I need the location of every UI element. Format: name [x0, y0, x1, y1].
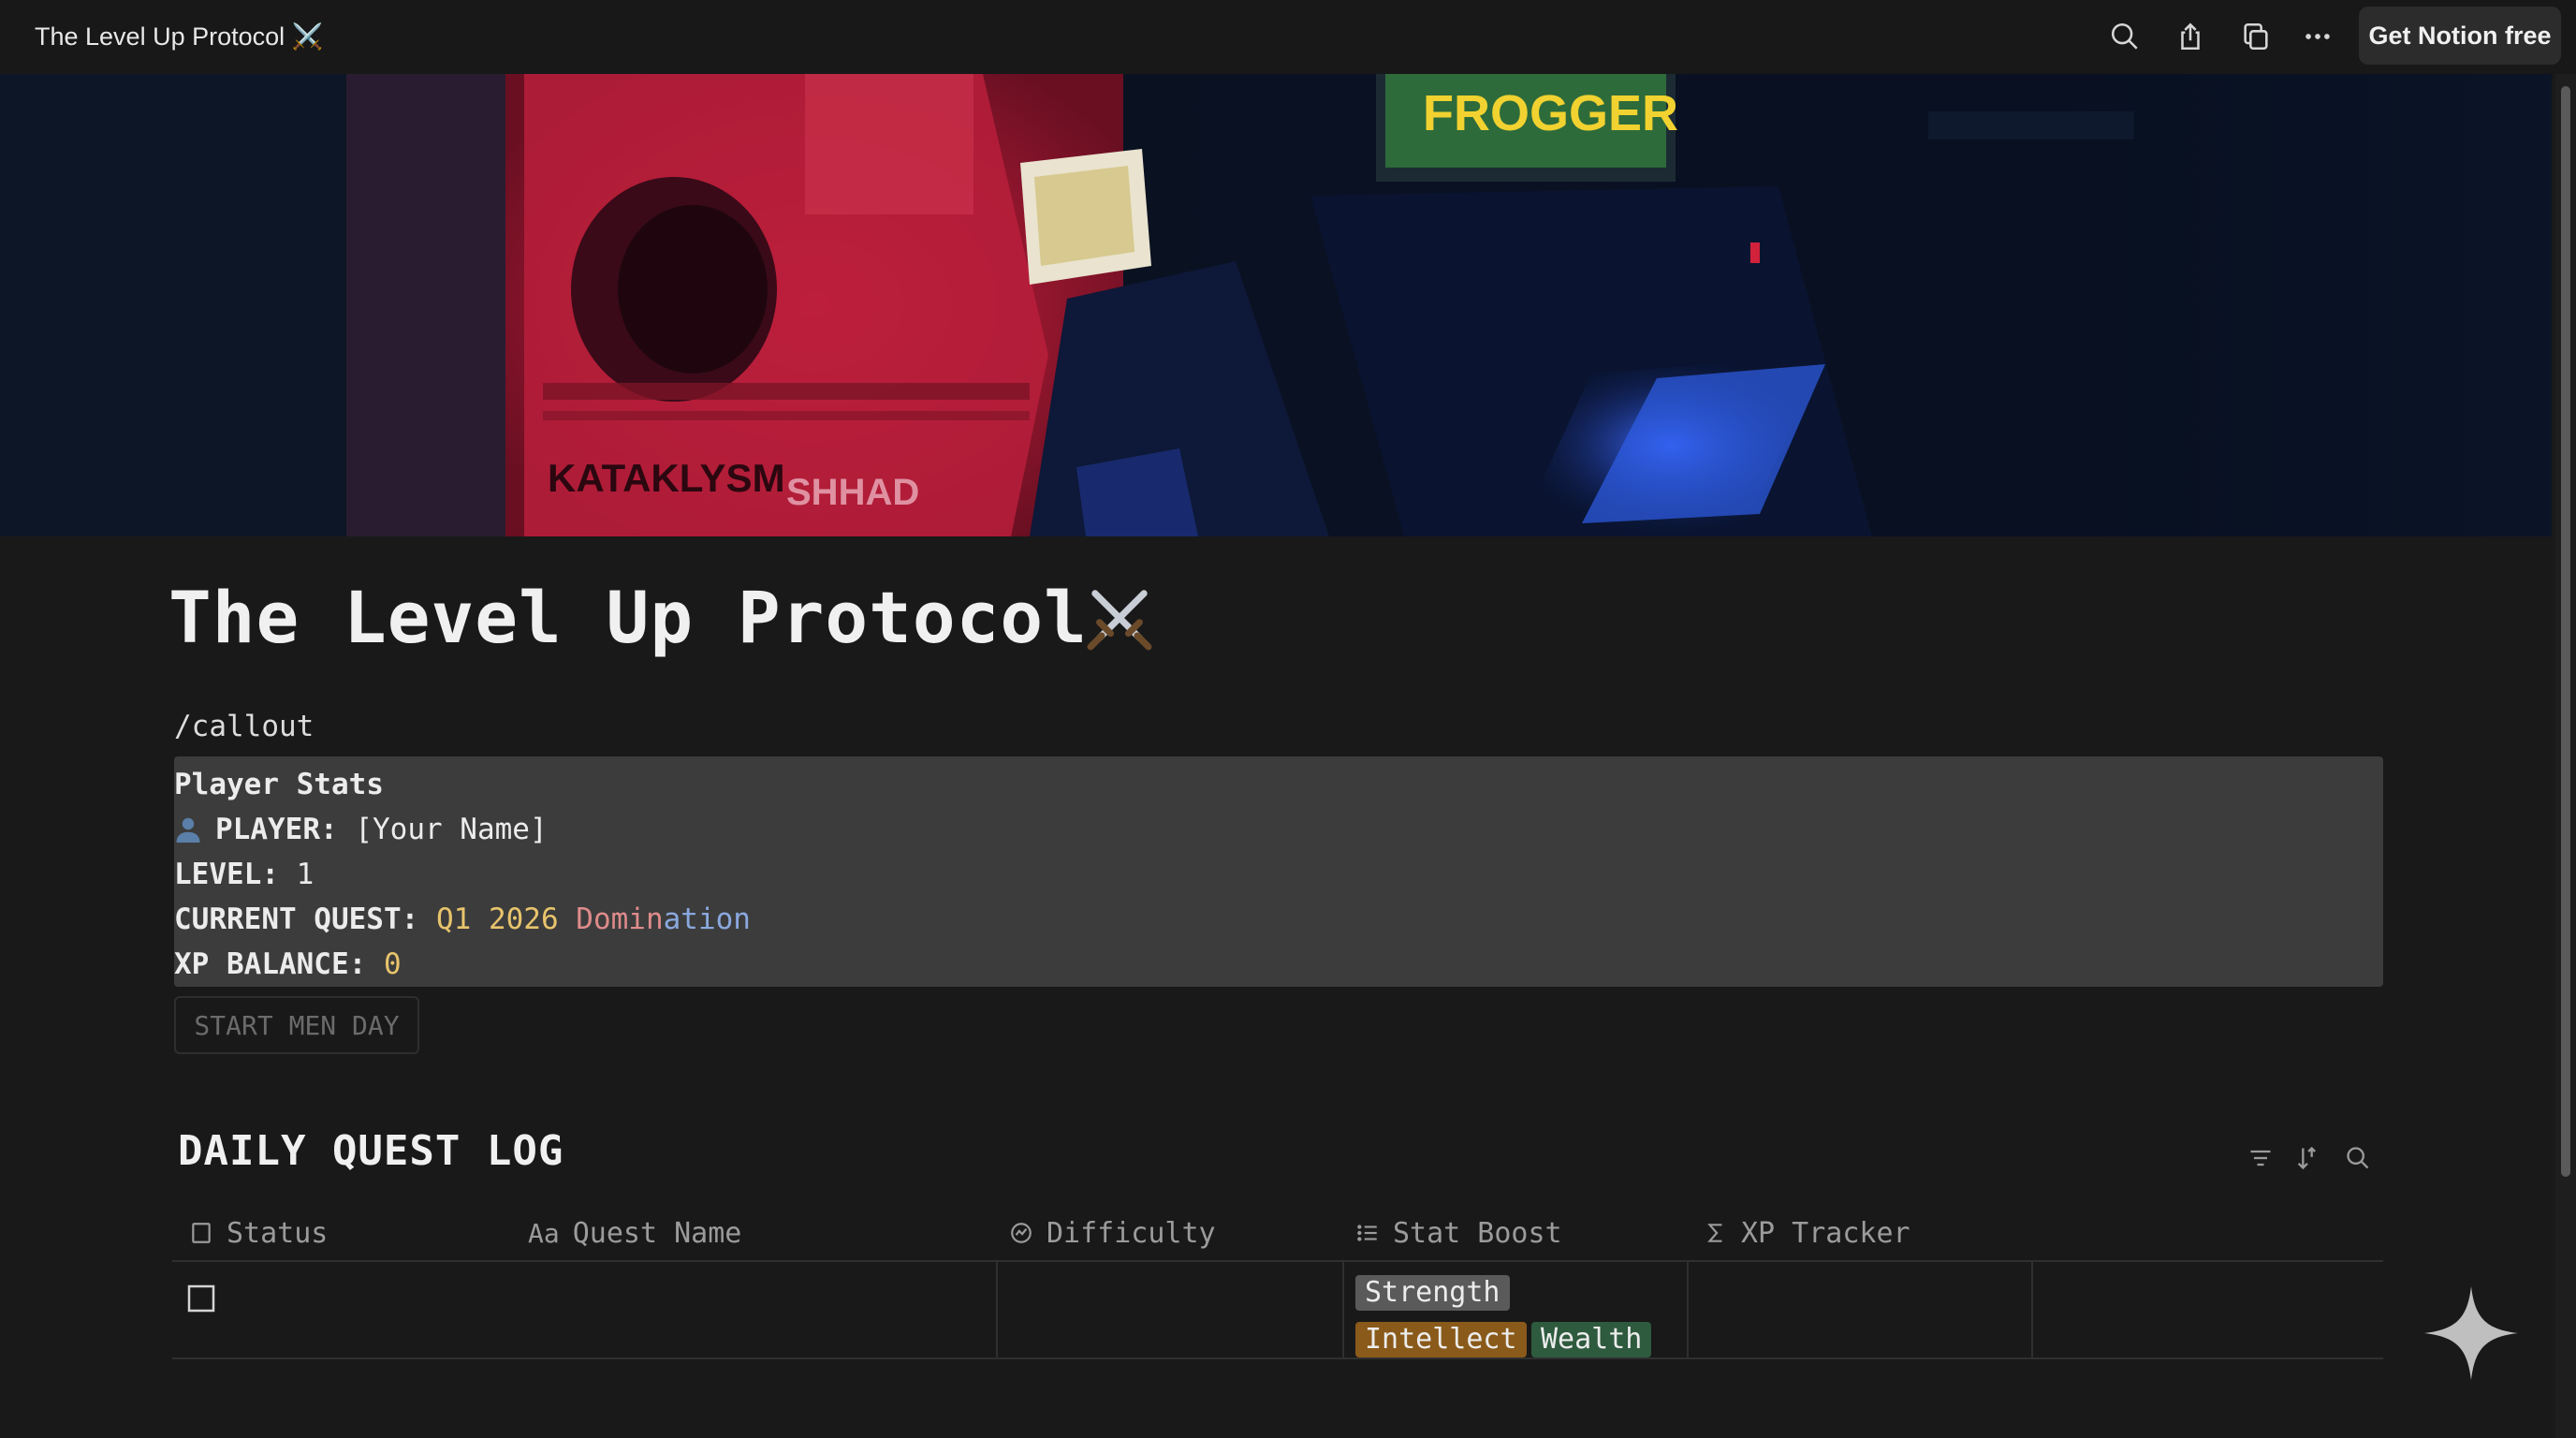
status-checkbox[interactable]	[187, 1284, 215, 1313]
cell-divider	[1342, 1262, 1344, 1359]
page-title[interactable]: The Level Up Protocol	[168, 571, 1088, 665]
share-icon[interactable]	[2170, 16, 2211, 57]
table-row[interactable]: Strength Intellect Wealth	[172, 1262, 2383, 1359]
get-notion-free-button[interactable]: Get Notion free	[2359, 7, 2561, 65]
checkbox-icon	[192, 1223, 211, 1243]
quest-word-part-b: ation	[663, 902, 751, 936]
ai-sparkle-icon[interactable]	[2424, 1286, 2518, 1380]
tag-strength[interactable]: Strength	[1355, 1275, 1510, 1311]
top-bar: The Level Up Protocol ⚔️ Get Notion free	[0, 0, 2576, 74]
list-icon	[1357, 1225, 1377, 1241]
quest-table: Status Aa Quest Name Difficulty Stat Boo…	[172, 1204, 2383, 1359]
cell-divider	[2031, 1262, 2033, 1359]
column-label-stat-boost: Stat Boost	[1393, 1216, 1562, 1250]
callout-quest-line: CURRENT QUEST: Q1 2026 Domination	[174, 901, 751, 938]
start-men-day-button[interactable]: START MEN DAY	[174, 996, 419, 1054]
callout-level-line: LEVEL: 1	[174, 856, 314, 893]
scrollbar-thumb[interactable]	[2561, 86, 2570, 1177]
database-search-icon[interactable]	[2342, 1142, 2374, 1174]
player-stats-callout[interactable]: Player Stats PLAYER: [Your Name] LEVEL: …	[174, 756, 2383, 987]
person-icon	[176, 817, 200, 843]
level-label: LEVEL:	[174, 858, 279, 891]
cell-divider	[1687, 1262, 1689, 1359]
player-label: PLAYER:	[215, 813, 338, 846]
arcade-cover-illustration: KATAKLYSM SHHAD FROGGER	[0, 74, 2134, 536]
duplicate-icon[interactable]	[2235, 16, 2276, 57]
quest-quarter: Q1	[435, 902, 472, 936]
column-label-quest-name: Quest Name	[572, 1216, 742, 1250]
cover-image: KATAKLYSM SHHAD FROGGER	[0, 74, 2552, 536]
cover-sign-shhad: SHHAD	[786, 472, 919, 513]
quest-label: CURRENT QUEST:	[174, 902, 419, 936]
column-header-quest-name[interactable]: Aa Quest Name	[528, 1204, 741, 1262]
text-icon: Aa	[528, 1217, 560, 1249]
more-icon[interactable]	[2297, 16, 2338, 57]
cover-sign-frogger: FROGGER	[1423, 85, 1678, 141]
status-icon	[1011, 1223, 1032, 1243]
column-label-status: Status	[227, 1216, 329, 1250]
search-icon[interactable]	[2104, 16, 2145, 57]
callout-player-line: PLAYER: [Your Name]	[174, 811, 548, 848]
column-header-difficulty[interactable]: Difficulty	[1009, 1204, 1216, 1262]
column-label-xp-tracker: XP Tracker	[1741, 1216, 1910, 1250]
database-title[interactable]: DAILY QUEST LOG	[178, 1127, 564, 1175]
level-value: 1	[296, 858, 315, 891]
column-label-difficulty: Difficulty	[1046, 1216, 1216, 1250]
column-header-xp-tracker[interactable]: XP Tracker	[1704, 1204, 1910, 1262]
sort-icon[interactable]	[2291, 1142, 2323, 1174]
filter-icon[interactable]	[2245, 1142, 2276, 1174]
sigma-icon	[1707, 1224, 1722, 1242]
breadcrumb-page-name[interactable]: The Level Up Protocol ⚔️	[35, 21, 323, 52]
column-header-stat-boost[interactable]: Stat Boost	[1355, 1204, 1562, 1262]
slash-command-text[interactable]: /callout	[174, 710, 314, 743]
xp-value: 0	[383, 947, 402, 981]
cell-divider	[996, 1262, 998, 1359]
player-value: [Your Name]	[355, 813, 548, 846]
table-header-row: Status Aa Quest Name Difficulty Stat Boo…	[172, 1204, 2383, 1262]
quest-year: 2026	[488, 902, 559, 936]
tag-wealth[interactable]: Wealth	[1531, 1322, 1652, 1357]
swords-icon	[1087, 590, 1152, 651]
callout-xp-line: XP BALANCE: 0	[174, 946, 402, 983]
column-header-status[interactable]: Status	[189, 1204, 328, 1262]
tag-intellect[interactable]: Intellect	[1355, 1322, 1527, 1357]
callout-heading: Player Stats	[174, 768, 384, 801]
xp-label: XP BALANCE:	[174, 947, 367, 981]
cover-sign-kataklysm: KATAKLYSM	[548, 456, 785, 500]
quest-word-part-a: Domin	[576, 902, 664, 936]
